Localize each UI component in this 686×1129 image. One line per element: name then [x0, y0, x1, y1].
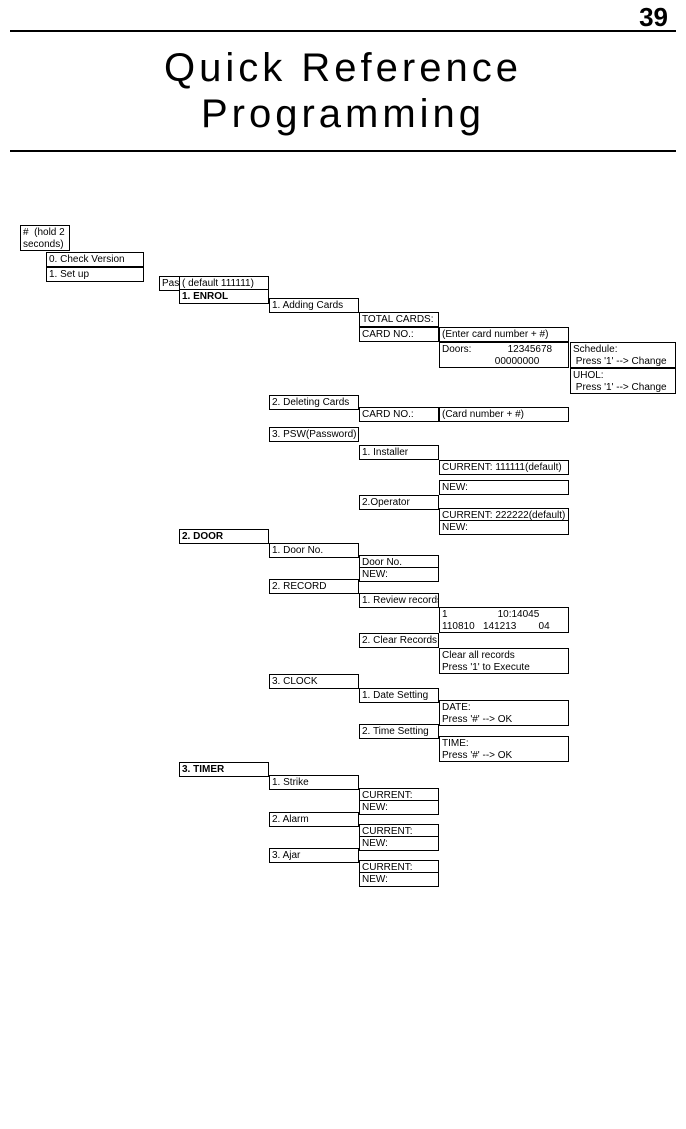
op-new: NEW:	[439, 520, 569, 535]
clear-records: 2. Clear Records	[359, 633, 439, 648]
top-rule	[10, 30, 676, 32]
page-title: Quick Reference Programming	[0, 45, 686, 137]
enter-card: (Enter card number + #)	[439, 327, 569, 342]
date-ok: DATE: Press '#' --> OK	[439, 700, 569, 726]
date-setting: 1. Date Setting	[359, 688, 439, 703]
doors: Doors: 12345678 00000000	[439, 342, 569, 368]
hold: # (hold 2 seconds)	[20, 225, 70, 251]
strike: 1. Strike	[269, 775, 359, 790]
installer: 1. Installer	[359, 445, 439, 460]
clear-exec: Clear all records Press '1' to Execute	[439, 648, 569, 674]
card-plus: (Card number + #)	[439, 407, 569, 422]
ajar-new: NEW:	[359, 872, 439, 887]
setup: 1. Set up	[46, 267, 144, 282]
psw: 3. PSW(Password)	[269, 427, 359, 442]
alarm-new: NEW:	[359, 836, 439, 851]
card-no-1: CARD NO.:	[359, 327, 439, 342]
clock: 3. CLOCK	[269, 674, 359, 689]
inst-current: CURRENT: 111111(default)	[439, 460, 569, 475]
deleting-cards: 2. Deleting Cards	[269, 395, 359, 410]
record: 2. RECORD	[269, 579, 359, 594]
title-rule	[10, 150, 676, 152]
inst-new: NEW:	[439, 480, 569, 495]
time-ok: TIME: Press '#' --> OK	[439, 736, 569, 762]
page: 39 Quick Reference Programming # (hold 2…	[0, 0, 686, 1129]
review-records: 1. Review records	[359, 593, 439, 608]
check-version: 0. Check Version	[46, 252, 144, 267]
total-cards: TOTAL CARDS:	[359, 312, 439, 327]
time-setting: 2. Time Setting	[359, 724, 439, 739]
strike-new: NEW:	[359, 800, 439, 815]
door: 2. DOOR	[179, 529, 269, 544]
adding-cards: 1. Adding Cards	[269, 298, 359, 313]
card-no-2: CARD NO.:	[359, 407, 439, 422]
door-no: 1. Door No.	[269, 543, 359, 558]
ajar: 3. Ajar	[269, 848, 359, 863]
schedule: Schedule: Press '1' --> Change	[570, 342, 676, 368]
enrol: 1. ENROL	[179, 289, 269, 304]
timer: 3. TIMER	[179, 762, 269, 777]
review-data: 1 10:14045 110810 141213 04	[439, 607, 569, 633]
page-number: 39	[639, 2, 668, 33]
uhol: UHOL: Press '1' --> Change	[570, 368, 676, 394]
operator: 2.Operator	[359, 495, 439, 510]
alarm: 2. Alarm	[269, 812, 359, 827]
door-new: NEW:	[359, 567, 439, 582]
